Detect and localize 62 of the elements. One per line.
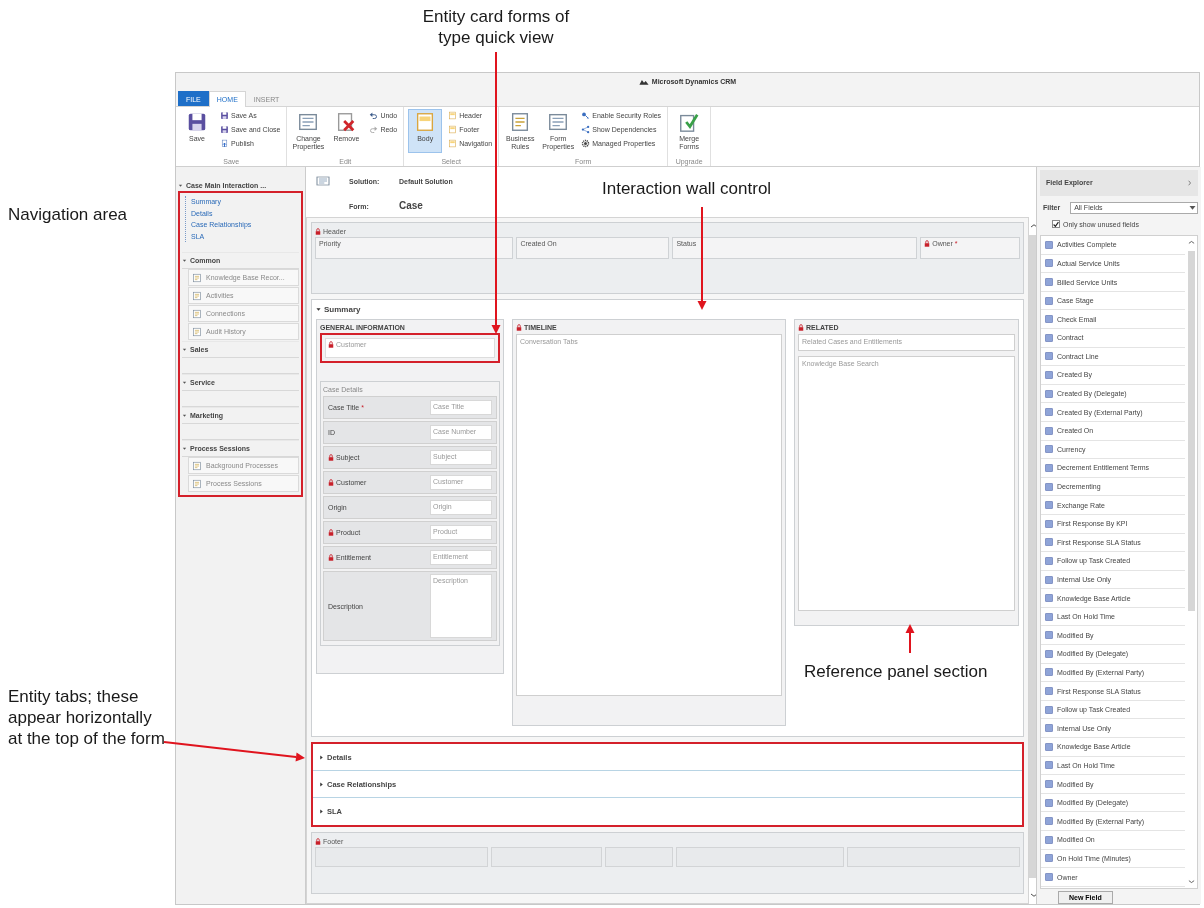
redo-icon [369,125,379,134]
field-icon [1045,575,1053,584]
form-name: Case [399,199,424,211]
document-icon [192,478,202,489]
document-icon [192,460,202,471]
lock-icon [315,837,321,845]
gear-icon [581,139,591,148]
annotation-label: Interaction wall control [602,178,773,199]
network-icon [581,125,591,134]
field-icon [1045,240,1053,249]
chevron-down-icon [1187,879,1195,884]
field-icon [1045,873,1053,881]
field-icon [1045,296,1053,305]
check-document-icon [678,111,701,133]
caret-icon [182,347,187,352]
chevron-up-icon [1187,240,1195,245]
key-icon [581,111,591,120]
callout-arrow [905,624,915,654]
lock-icon [328,479,334,486]
form-icon [315,175,331,187]
chevron-down-icon [1029,892,1038,898]
caret-icon [178,182,183,188]
field-icon [1045,854,1053,863]
field-icon [1045,389,1053,398]
document-icon [192,272,202,283]
publish-icon [220,139,229,148]
lock-icon [328,454,334,461]
lock-icon [328,554,334,561]
page-icon [448,111,458,120]
chevron-right-icon [1187,179,1192,186]
caret-icon [182,380,187,385]
lock-icon [328,529,334,536]
field-icon [1045,482,1053,491]
field-icon [1045,761,1053,770]
lock-icon [924,240,931,247]
field-icon [1045,668,1053,677]
document-icon [192,326,202,337]
caret-icon [1188,203,1197,213]
document-icon [192,290,202,301]
document-icon [192,308,202,319]
caret-icon [182,413,187,418]
form-icon [547,111,570,133]
chevron-up-icon [1029,223,1038,229]
lock-icon [798,323,804,331]
undo-icon [369,111,379,120]
annotation-label: Entity card forms of type quick view [421,6,571,48]
footer-slot [604,847,674,867]
checkbox[interactable] [1052,220,1060,229]
page-icon [448,139,458,148]
tab-title: Summary [324,305,361,314]
form-icon [297,111,320,133]
annotation-label: Navigation area [8,204,129,225]
caret-icon [182,446,187,451]
caret-icon [182,258,187,263]
lock-icon [516,323,522,331]
annotation-label: Entity tabs; these appear horizontally at the top of the form [8,686,166,749]
lock-icon [328,341,334,348]
annotation-label: Reference panel section [804,661,989,682]
lock-icon [315,227,321,235]
field-icon [1045,259,1053,268]
field-icon [1045,278,1053,286]
page-icon [448,125,458,134]
